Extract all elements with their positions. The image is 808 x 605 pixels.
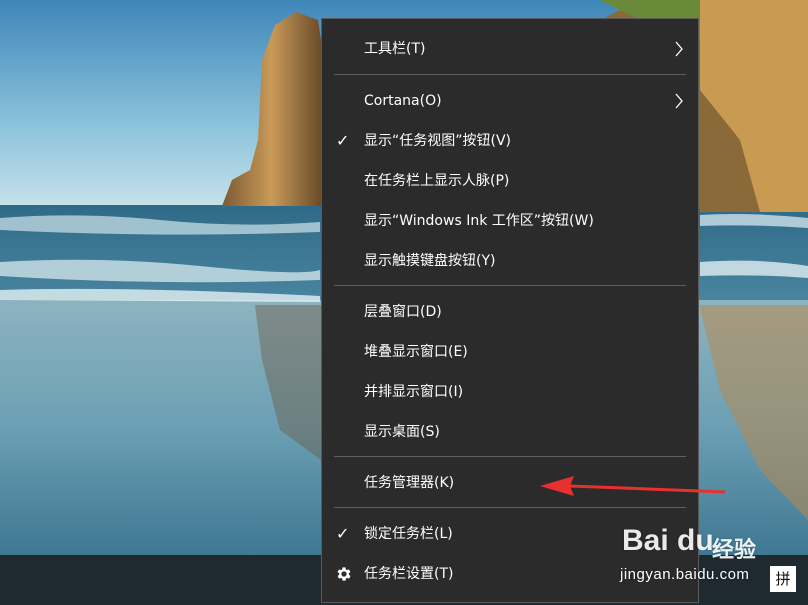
red-annotation-arrow-icon bbox=[540, 476, 726, 496]
menu-item-label: 层叠窗口(D) bbox=[364, 304, 442, 320]
menu-separator bbox=[334, 507, 686, 508]
menu-item-label: 任务管理器(K) bbox=[364, 475, 455, 491]
baidu-jingyan-logo: Bai du bbox=[622, 524, 714, 557]
gear-icon bbox=[337, 567, 351, 581]
menu-item-show-touch-keyboard-button[interactable]: 显示触摸键盘按钮(Y) bbox=[322, 241, 698, 281]
baidu-jingyan-logo-cn: 经验 bbox=[712, 538, 757, 563]
ime-indicator[interactable]: 拼 bbox=[770, 566, 796, 592]
menu-item-label: 在任务栏上显示人脉(P) bbox=[364, 173, 510, 189]
menu-item-label: 工具栏(T) bbox=[364, 41, 426, 57]
menu-separator bbox=[334, 74, 686, 75]
menu-item-label: 显示桌面(S) bbox=[364, 424, 440, 440]
menu-item-show-windows-ink-button[interactable]: 显示“Windows Ink 工作区”按钮(W) bbox=[322, 201, 698, 241]
menu-item-label: 任务栏设置(T) bbox=[364, 566, 454, 582]
menu-item-label: Cortana(O) bbox=[364, 93, 442, 109]
chevron-right-icon bbox=[675, 93, 683, 109]
checkmark-icon: ✓ bbox=[336, 524, 350, 543]
menu-item-label: 堆叠显示窗口(E) bbox=[364, 344, 468, 360]
menu-item-label: 锁定任务栏(L) bbox=[364, 526, 453, 542]
menu-item-show-desktop[interactable]: 显示桌面(S) bbox=[322, 412, 698, 452]
menu-item-side-by-side-windows[interactable]: 并排显示窗口(I) bbox=[322, 372, 698, 412]
taskbar-context-menu: 工具栏(T) Cortana(O) ✓ 显示“任务视图”按钮(V) 在任务栏上显… bbox=[321, 18, 699, 603]
menu-separator bbox=[334, 456, 686, 457]
menu-item-label: 显示“Windows Ink 工作区”按钮(W) bbox=[364, 213, 594, 229]
menu-item-cortana[interactable]: Cortana(O) bbox=[322, 81, 698, 121]
checkmark-icon: ✓ bbox=[336, 131, 350, 150]
menu-item-cascade-windows[interactable]: 层叠窗口(D) bbox=[322, 292, 698, 332]
menu-item-label: 显示触摸键盘按钮(Y) bbox=[364, 253, 496, 269]
menu-item-show-task-view-button[interactable]: ✓ 显示“任务视图”按钮(V) bbox=[322, 121, 698, 161]
chevron-right-icon bbox=[675, 41, 683, 57]
menu-item-stack-windows[interactable]: 堆叠显示窗口(E) bbox=[322, 332, 698, 372]
menu-item-label: 并排显示窗口(I) bbox=[364, 384, 464, 400]
menu-item-show-people[interactable]: 在任务栏上显示人脉(P) bbox=[322, 161, 698, 201]
menu-separator bbox=[334, 285, 686, 286]
menu-item-label: 显示“任务视图”按钮(V) bbox=[364, 133, 512, 149]
watermark-url: jingyan.baidu.com bbox=[620, 566, 750, 583]
menu-item-toolbars[interactable]: 工具栏(T) bbox=[322, 29, 698, 69]
